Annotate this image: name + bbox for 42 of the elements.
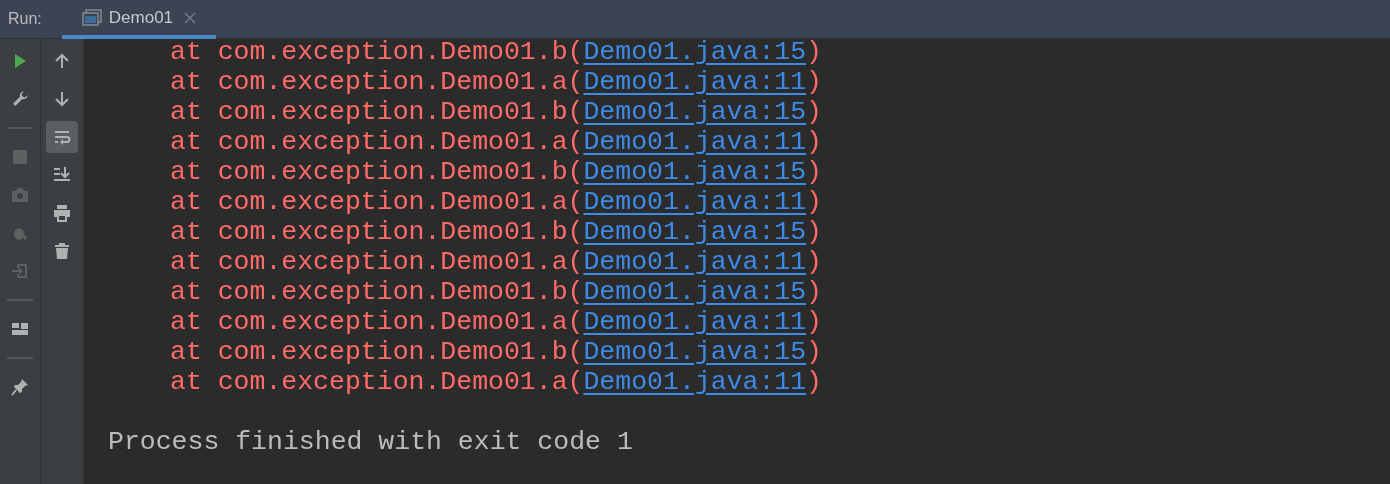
source-link[interactable]: Demo01.java:11: [583, 67, 807, 97]
exit-icon: [11, 262, 29, 280]
stack-trace-line: at com.exception.Demo01.b(Demo01.java:15): [169, 97, 823, 127]
stack-trace-line: at com.exception.Demo01.b(Demo01.java:15): [169, 337, 823, 367]
close-icon[interactable]: [184, 11, 197, 24]
source-link[interactable]: Demo01.java:11: [583, 307, 807, 337]
source-link[interactable]: Demo01.java:15: [583, 157, 807, 187]
run-tab[interactable]: Demo01: [61, 0, 217, 39]
trash-icon: [53, 242, 71, 260]
camera-icon: [11, 186, 29, 204]
source-link[interactable]: Demo01.java:15: [583, 97, 807, 127]
source-link[interactable]: Demo01.java:15: [583, 337, 807, 367]
stack-trace-line: at com.exception.Demo01.a(Demo01.java:11): [169, 247, 823, 277]
console-window-icon: [81, 8, 102, 27]
printer-icon: [53, 204, 71, 222]
scroll-to-end-icon: [53, 166, 71, 184]
source-link[interactable]: Demo01.java:15: [583, 37, 807, 67]
source-link[interactable]: Demo01.java:15: [583, 277, 807, 307]
up-arrow-icon: [53, 52, 71, 70]
stack-trace-line: at com.exception.Demo01.a(Demo01.java:11): [169, 367, 823, 397]
wrench-icon: [11, 90, 29, 108]
stack-trace-line: at com.exception.Demo01.b(Demo01.java:15): [169, 217, 823, 247]
stack-trace-line: at com.exception.Demo01.a(Demo01.java:11): [169, 127, 823, 157]
run-label: Run:: [8, 9, 42, 29]
down-arrow-icon: [53, 90, 71, 108]
soft-wrap-button[interactable]: [46, 121, 78, 153]
stack-trace-line: at com.exception.Demo01.a(Demo01.java:11): [169, 307, 823, 337]
console-output-line: Process finished with exit code 1: [108, 427, 634, 457]
stack-trace-line: at com.exception.Demo01.b(Demo01.java:15): [169, 157, 823, 187]
stack-trace-line: at com.exception.Demo01.b(Demo01.java:15): [169, 277, 823, 307]
source-link[interactable]: Demo01.java:11: [583, 127, 807, 157]
soft-wrap-icon: [53, 128, 71, 146]
stop-icon: [11, 148, 29, 166]
stack-trace-line: at com.exception.Demo01.a(Demo01.java:11): [169, 187, 823, 217]
source-link[interactable]: Demo01.java:11: [583, 247, 807, 277]
source-link[interactable]: Demo01.java:15: [583, 217, 807, 247]
source-link[interactable]: Demo01.java:11: [583, 187, 807, 217]
stack-trace-line: at com.exception.Demo01.b(Demo01.java:15): [169, 37, 823, 67]
layout-icon: [11, 320, 29, 338]
source-link[interactable]: Demo01.java:11: [583, 367, 807, 397]
stack-trace-line: at com.exception.Demo01.a(Demo01.java:11): [169, 67, 823, 97]
pin-icon: [11, 378, 29, 396]
